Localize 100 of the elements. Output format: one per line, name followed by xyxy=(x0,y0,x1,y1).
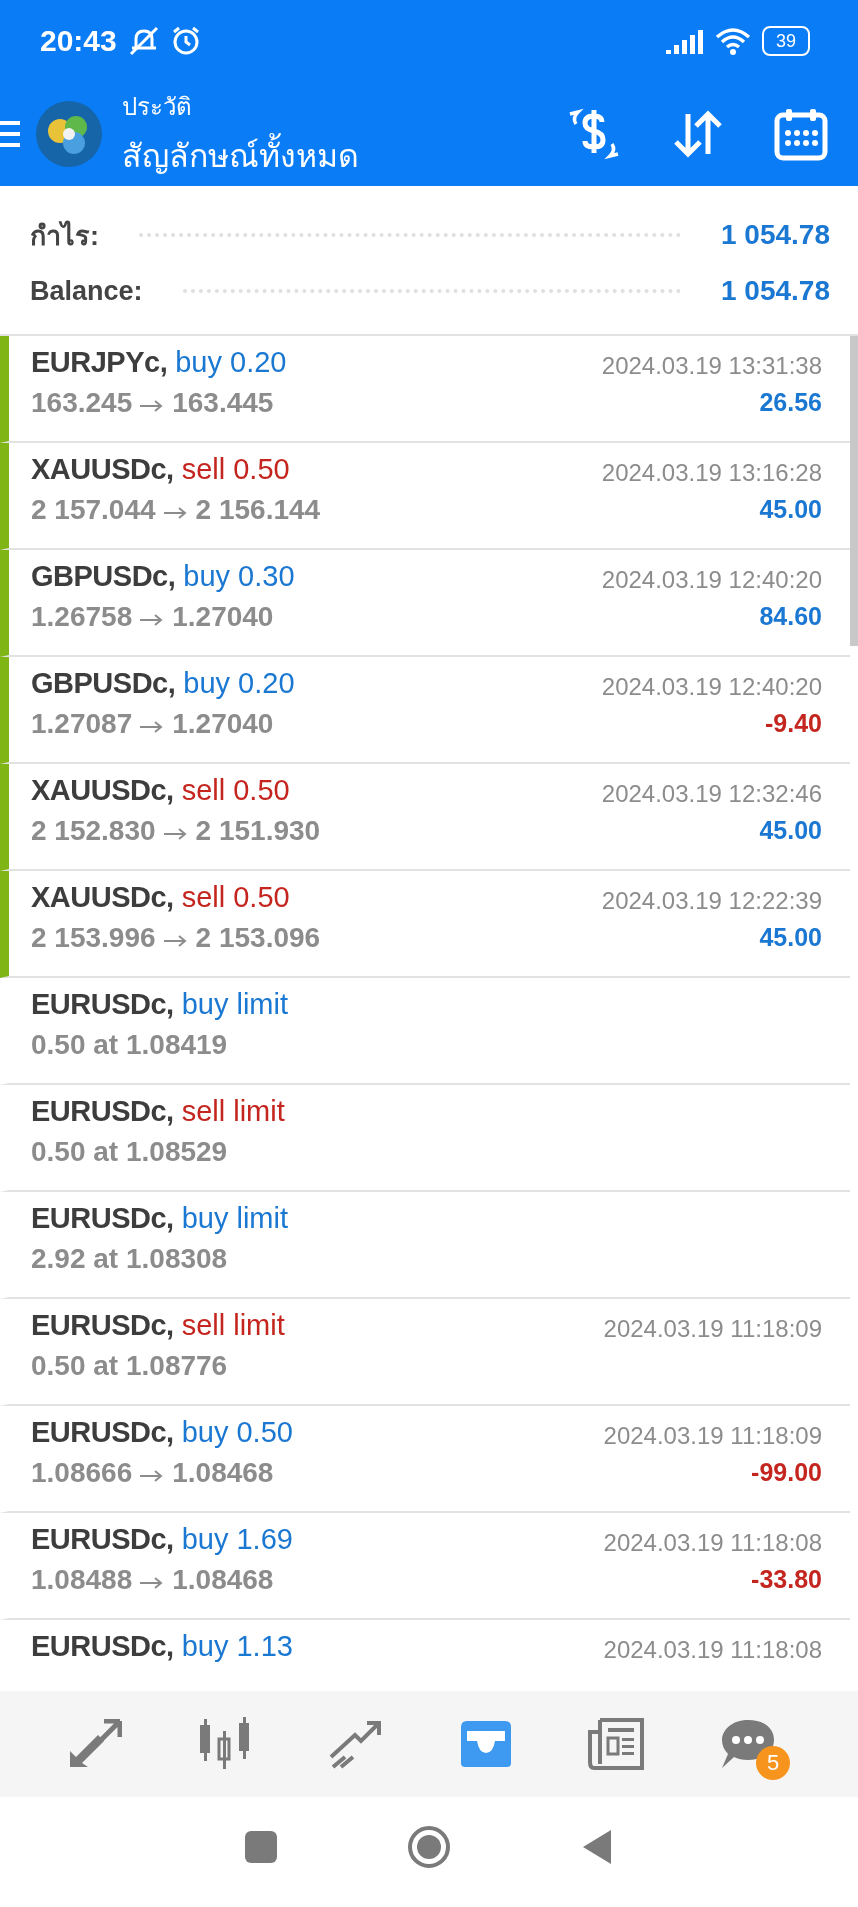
close-price: 2 151.930 xyxy=(195,815,321,847)
nav-tab[interactable] xyxy=(329,1719,384,1769)
symbol-name: GBPUSDc, xyxy=(31,667,176,700)
symbol-name: XAUUSDc, xyxy=(31,774,174,807)
trade-time: 2024.03.19 12:40:20 xyxy=(601,673,822,701)
trade-time: 2024.03.19 11:18:09 xyxy=(603,1422,822,1450)
nav-tab[interactable] xyxy=(458,1719,513,1769)
history-row[interactable]: EURUSDc, buy limit 2.92 at 1.08308 xyxy=(0,1192,850,1299)
order-detail: 0.50 at 1.08529 xyxy=(31,1136,228,1168)
symbol-name: EURUSDc, xyxy=(31,1095,174,1128)
profit-value: 26.56 xyxy=(759,388,822,417)
trend-icon xyxy=(329,1719,384,1769)
arrow-icon xyxy=(140,400,165,412)
inbox-icon xyxy=(458,1719,513,1769)
order-detail: 2.92 at 1.08308 xyxy=(31,1243,228,1275)
profit-value: 84.60 xyxy=(759,602,822,631)
symbol-name: GBPUSDc, xyxy=(31,560,176,593)
close-price: 163.445 xyxy=(172,387,274,419)
signal-icon xyxy=(665,28,704,54)
order-detail: 0.50 at 1.08776 xyxy=(31,1350,228,1382)
arrow-icon xyxy=(140,614,165,626)
trade-action: sell 0.50 xyxy=(181,453,290,486)
profit-value: -9.40 xyxy=(765,709,822,738)
arrow-icon xyxy=(163,828,188,840)
symbol-name: XAUUSDc, xyxy=(31,453,174,486)
nav-tab[interactable] xyxy=(588,1718,645,1770)
trade-action: buy 1.69 xyxy=(181,1523,293,1556)
close-price: 1.08468 xyxy=(172,1457,274,1489)
trade-action: sell 0.50 xyxy=(181,774,290,807)
profit-value: -33.80 xyxy=(751,1565,822,1594)
open-price: 2 152.830 xyxy=(31,815,156,847)
trade-time: 2024.03.19 12:22:39 xyxy=(601,887,822,915)
close-price: 1.27040 xyxy=(172,708,274,740)
history-row[interactable]: XAUUSDc, sell 0.50 2 153.996 2 153.096 2024.03.19 12:22:39 45.00 xyxy=(0,871,850,978)
close-price: 2 156.144 xyxy=(195,494,321,526)
trade-action: sell limit xyxy=(181,1095,285,1128)
trade-time: 2024.03.19 13:31:38 xyxy=(601,352,822,380)
home-button[interactable] xyxy=(407,1825,451,1869)
trade-time: 2024.03.19 11:18:08 xyxy=(603,1636,822,1664)
open-price: 1.26758 xyxy=(31,601,133,633)
clock-time: 20:43 xyxy=(40,24,117,58)
summary-value: 1 054.78 xyxy=(721,219,830,251)
open-price: 163.245 xyxy=(31,387,133,419)
calendar-button[interactable] xyxy=(774,107,828,161)
symbol-name: EURJPYc, xyxy=(31,346,168,379)
arrow-icon xyxy=(163,935,188,947)
recents-button[interactable] xyxy=(245,1831,277,1863)
battery-level: 39 xyxy=(761,26,810,56)
nav-tab[interactable] xyxy=(67,1719,122,1769)
unread-badge: 5 xyxy=(756,1746,791,1780)
newspaper-icon xyxy=(588,1718,645,1770)
trade-action: buy 0.30 xyxy=(183,560,295,593)
symbol-name: EURUSDc, xyxy=(31,1416,174,1449)
arrow-icon xyxy=(140,1577,165,1589)
trade-time: 2024.03.19 11:18:08 xyxy=(603,1529,822,1557)
wifi-icon xyxy=(713,26,752,56)
screen-subtitle: ประวัติ xyxy=(122,92,193,122)
arrow-icon xyxy=(140,721,165,733)
history-row[interactable]: EURUSDc, buy limit 0.50 at 1.08419 xyxy=(0,978,850,1085)
trade-action: buy 0.20 xyxy=(183,667,295,700)
history-row[interactable]: EURUSDc, buy 0.50 1.08666 1.08468 2024.03.19 11:18:09 -99.00 xyxy=(0,1406,850,1513)
symbol-name: EURUSDc, xyxy=(31,1523,174,1556)
open-price: 1.08488 xyxy=(31,1564,133,1596)
history-row[interactable]: GBPUSDc, buy 0.20 1.27087 1.27040 2024.03.19 12:40:20 -9.40 xyxy=(0,657,850,764)
trade-action: buy limit xyxy=(181,988,288,1021)
alarm-icon xyxy=(170,26,201,56)
symbol-name: EURUSDc, xyxy=(31,1630,174,1663)
trade-action: sell limit xyxy=(181,1309,285,1342)
arrows-icon xyxy=(67,1719,122,1769)
trade-time: 2024.03.19 12:40:20 xyxy=(601,566,822,594)
trade-action: buy 1.13 xyxy=(181,1630,293,1663)
history-row[interactable]: XAUUSDc, sell 0.50 2 152.830 2 151.930 2024.03.19 12:32:46 45.00 xyxy=(0,764,850,871)
symbol-name: EURUSDc, xyxy=(31,1202,174,1235)
profit-value: 45.00 xyxy=(759,495,822,524)
summary-label: กำไร: xyxy=(30,219,99,253)
close-price: 1.08468 xyxy=(172,1564,274,1596)
close-price: 1.27040 xyxy=(172,601,274,633)
trade-action: buy 0.20 xyxy=(175,346,287,379)
open-price: 2 157.044 xyxy=(31,494,156,526)
open-price: 2 153.996 xyxy=(31,922,156,954)
history-row[interactable]: EURUSDc, sell limit 0.50 at 1.08529 xyxy=(0,1085,850,1192)
trade-action: sell 0.50 xyxy=(181,881,290,914)
summary-label: Balance: xyxy=(30,275,143,307)
history-row[interactable]: EURUSDc, buy 1.69 1.08488 1.08468 2024.03.19 11:18:08 -33.80 xyxy=(0,1513,850,1620)
trade-time: 2024.03.19 13:16:28 xyxy=(601,459,822,487)
arrow-icon xyxy=(140,1470,165,1482)
app-logo-icon xyxy=(36,101,102,167)
back-button[interactable] xyxy=(581,1828,613,1866)
trade-time: 2024.03.19 12:32:46 xyxy=(601,780,822,808)
trade-time: 2024.03.19 11:18:09 xyxy=(603,1315,822,1343)
screen-title: สัญลักษณ์ทั้งหมด xyxy=(122,130,359,181)
trade-action: buy limit xyxy=(181,1202,288,1235)
symbol-name: EURUSDc, xyxy=(31,1309,174,1342)
symbol-name: XAUUSDc, xyxy=(31,881,174,914)
open-price: 1.27087 xyxy=(31,708,133,740)
sort-button[interactable] xyxy=(672,110,724,158)
trade-action: buy 0.50 xyxy=(181,1416,293,1449)
summary-value: 1 054.78 xyxy=(721,275,830,307)
order-detail: 0.50 at 1.08419 xyxy=(31,1029,228,1061)
history-row[interactable]: EURUSDc, sell limit 0.50 at 1.08776 2024.03.19 11:18:09 xyxy=(0,1299,850,1406)
